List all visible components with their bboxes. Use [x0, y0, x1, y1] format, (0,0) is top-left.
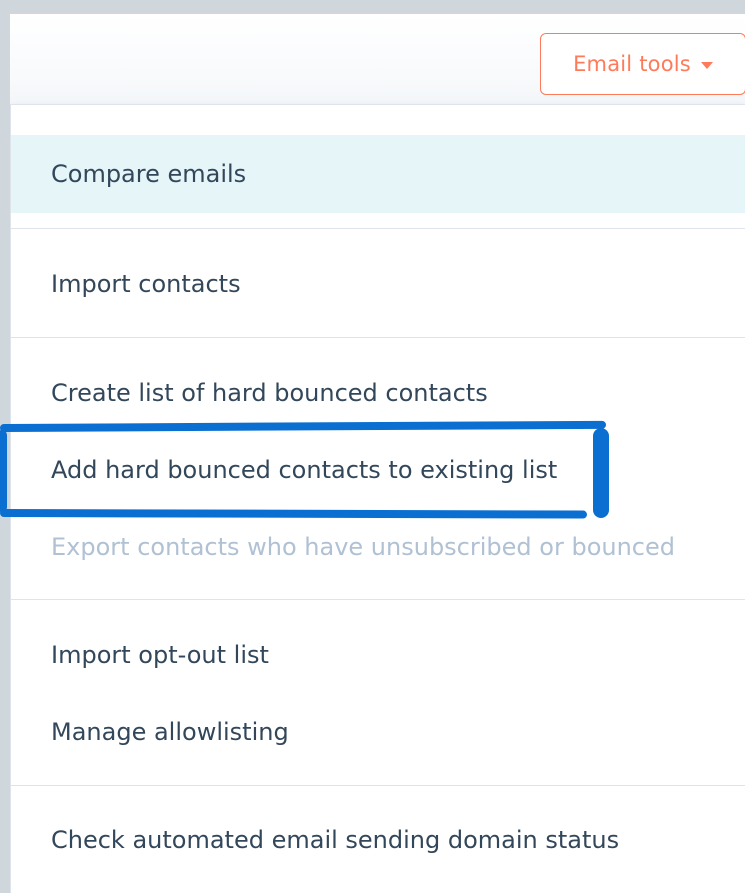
email-tools-dropdown-button[interactable]: Email tools: [540, 33, 745, 95]
menu-item-check-domain-status[interactable]: Check automated email sending domain sta…: [11, 802, 745, 878]
menu-item-label: Manage allowlisting: [51, 718, 289, 746]
menu-item-import-contacts[interactable]: Import contacts: [11, 245, 745, 323]
menu-item-label: Compare emails: [51, 160, 247, 188]
menu-item-export-unsubscribed-bounced: Export contacts who have unsubscribed or…: [11, 508, 745, 586]
caret-down-icon: [700, 61, 713, 69]
menu-divider: [11, 785, 745, 786]
menu-item-import-opt-out-list[interactable]: Import opt-out list: [11, 616, 745, 694]
menu-item-label: Export contacts who have unsubscribed or…: [51, 533, 675, 561]
menu-item-label: Check automated email sending domain sta…: [51, 826, 620, 854]
menu-divider: [11, 228, 745, 229]
menu-item-label: Import contacts: [51, 270, 241, 298]
menu-item-manage-allowlisting[interactable]: Manage allowlisting: [11, 694, 745, 770]
email-tools-label: Email tools: [573, 52, 691, 76]
menu-item-label: Add hard bounced contacts to existing li…: [51, 456, 558, 484]
email-tools-menu: Compare emails Import contacts Create li…: [10, 104, 745, 893]
toolbar: Email tools: [10, 14, 745, 118]
menu-item-label: Create list of hard bounced contacts: [51, 379, 488, 407]
menu-divider: [11, 599, 745, 600]
menu-item-create-list-hard-bounced[interactable]: Create list of hard bounced contacts: [11, 354, 745, 432]
highlight-annotation-left: [0, 430, 7, 512]
highlight-annotation-bottom: [0, 509, 588, 519]
highlight-annotation-right: [593, 428, 609, 518]
menu-item-compare-emails[interactable]: Compare emails: [11, 135, 745, 213]
menu-item-label: Import opt-out list: [51, 641, 269, 669]
menu-item-add-hard-bounced-to-list[interactable]: Add hard bounced contacts to existing li…: [11, 432, 745, 508]
email-tools-panel: Email tools Compare emails Import contac…: [10, 14, 745, 893]
menu-divider: [11, 337, 745, 338]
